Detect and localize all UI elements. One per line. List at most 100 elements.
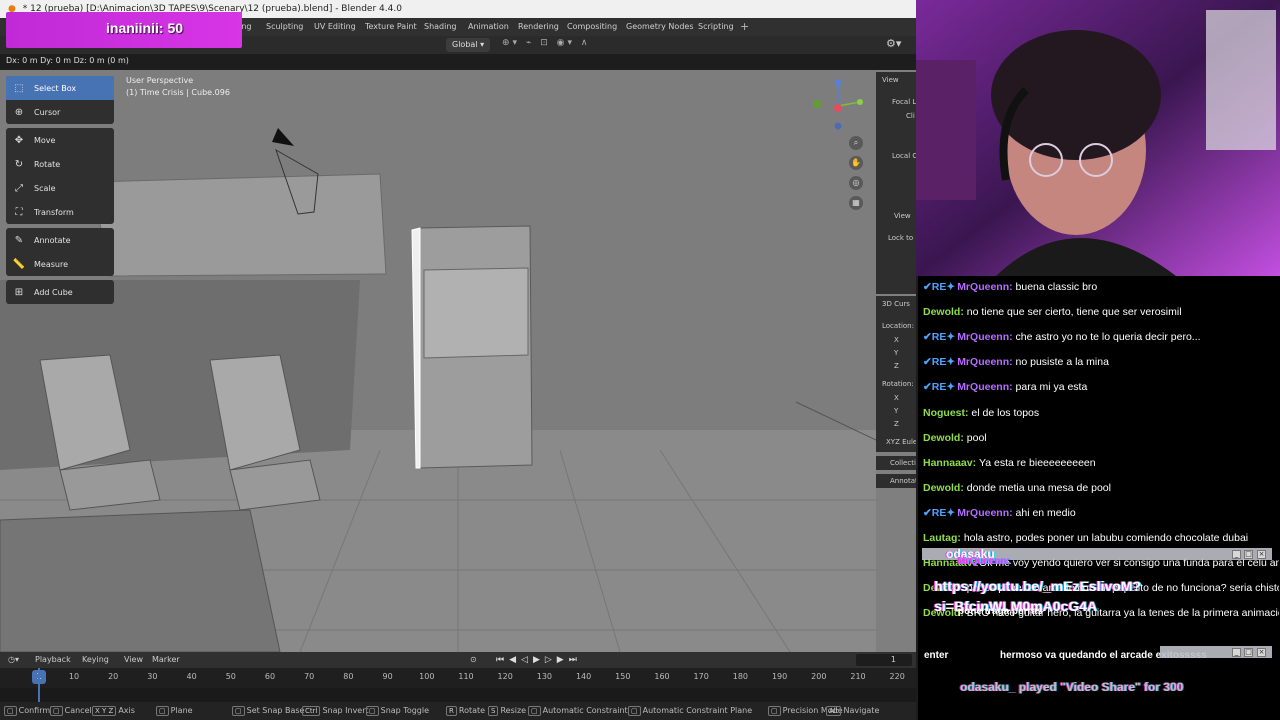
timeline-tick: 160 bbox=[654, 672, 670, 681]
playhead[interactable] bbox=[38, 668, 40, 702]
rotate-icon: ↻ bbox=[14, 158, 24, 170]
chat-message: Hannaaav: Ya esta re bieeeeeeeeen bbox=[923, 456, 1096, 469]
rotation-mode-dropdown[interactable]: XYZ Eule bbox=[886, 438, 916, 446]
chat-message: ✔RE✦ MrQueenn: ahi en medio bbox=[923, 506, 1076, 519]
move-tool[interactable]: ✥ Move bbox=[6, 128, 114, 152]
timeline-ruler[interactable]: 1 10203040506070809010011012013014015016… bbox=[0, 668, 916, 688]
status-hint-label: Resize bbox=[500, 706, 527, 715]
tab-uv-editing[interactable]: UV Editing bbox=[314, 22, 356, 31]
snapping-controls[interactable]: ⊕▾ ⌁ ⊡ ◉▾ ∧ bbox=[502, 38, 590, 48]
add-cube-tool[interactable]: ⊞ Add Cube bbox=[6, 280, 114, 304]
tab-rendering[interactable]: Rendering bbox=[518, 22, 559, 31]
tool-group-select: ⬚ Select Box ⊕ Cursor bbox=[6, 76, 114, 124]
collections-panel[interactable]: Collecti bbox=[876, 456, 916, 470]
chat-username[interactable]: Lautag bbox=[923, 532, 957, 544]
chat-username[interactable]: Dewold bbox=[923, 432, 960, 444]
camera-view-icon[interactable]: ◎ bbox=[849, 176, 863, 190]
status-hint: R Rotate bbox=[446, 706, 485, 716]
chat-username[interactable]: Dewold bbox=[923, 482, 960, 494]
status-hint: ▢ Snap Toggle bbox=[366, 706, 429, 716]
select-box-tool[interactable]: ⬚ Select Box bbox=[6, 76, 114, 100]
chat-message: Lautag: hola astro, podes poner un labub… bbox=[923, 532, 1249, 544]
close-icon[interactable]: × bbox=[1257, 648, 1266, 657]
status-hint-label: Confirm bbox=[18, 706, 51, 715]
view-name: User Perspective bbox=[126, 76, 194, 85]
view-panel: View Focal L Cli Local C View Lock to bbox=[876, 72, 916, 294]
status-hint-label: Set Snap Base bbox=[246, 706, 305, 715]
subscriber-badge-icon: ✔RE✦ bbox=[923, 381, 956, 394]
chat-username[interactable]: MrQueenn bbox=[957, 281, 1009, 293]
navigation-gizmo[interactable] bbox=[810, 74, 870, 134]
chat-username[interactable]: MrQueenn bbox=[957, 331, 1009, 343]
chat-username[interactable]: Hannaaav bbox=[923, 457, 973, 469]
status-hint-label: Cancel bbox=[64, 706, 92, 715]
current-frame-field[interactable]: 1 bbox=[856, 654, 912, 666]
rotation-y[interactable]: Y bbox=[894, 407, 898, 415]
view-panel-header[interactable]: View bbox=[882, 76, 899, 84]
transform-tool[interactable]: ⛶ Transform bbox=[6, 200, 114, 224]
tab-geometry-nodes[interactable]: Geometry Nodes bbox=[626, 22, 693, 31]
chat-username[interactable]: MrQueenn bbox=[957, 507, 1009, 519]
scale-tool[interactable]: ⤢ Scale bbox=[6, 176, 114, 200]
3d-viewport[interactable]: User Perspective (1) Time Crisis | Cube.… bbox=[0, 70, 876, 652]
status-hint: ▢ Confirm bbox=[4, 706, 50, 716]
perspective-toggle-icon[interactable]: ▦ bbox=[849, 196, 863, 210]
chat-username[interactable]: MrQueenn bbox=[957, 381, 1009, 393]
timeline-tick: 210 bbox=[850, 672, 866, 681]
tab-scripting[interactable]: Scripting bbox=[698, 22, 734, 31]
location-x[interactable]: X bbox=[894, 336, 899, 344]
mouse-key-icon: R bbox=[446, 706, 457, 716]
chat-username[interactable]: MrQueenn bbox=[957, 356, 1009, 368]
location-y[interactable]: Y bbox=[894, 349, 898, 357]
view-menu[interactable]: View bbox=[124, 655, 143, 664]
tab-shading[interactable]: Shading bbox=[424, 22, 457, 31]
scene-render bbox=[0, 70, 876, 652]
overlay-fragment-mrqueen: MrQueenn: bbox=[958, 556, 1011, 567]
orientation-dropdown[interactable]: Global ▾ bbox=[446, 38, 491, 52]
editor-type-icon[interactable]: ◷▾ bbox=[8, 655, 19, 664]
minimize-icon[interactable]: _ bbox=[1232, 648, 1241, 657]
status-hint: ▢ Cancel bbox=[50, 706, 92, 716]
clip-label: Cli bbox=[906, 112, 915, 120]
timeline-track-area[interactable] bbox=[0, 688, 916, 702]
maximize-icon[interactable]: □ bbox=[1244, 648, 1253, 657]
maximize-icon[interactable]: □ bbox=[1244, 550, 1253, 559]
rotation-z[interactable]: Z bbox=[894, 420, 899, 428]
pan-hand-icon[interactable]: ✋ bbox=[849, 156, 863, 170]
tab-texture-paint[interactable]: Texture Paint bbox=[365, 22, 417, 31]
status-hint-label: Snap Invert bbox=[322, 706, 369, 715]
keying-menu[interactable]: Keying bbox=[82, 655, 109, 664]
add-workspace-icon[interactable]: + bbox=[740, 20, 749, 33]
location-label: Location: bbox=[882, 322, 914, 330]
chat-username[interactable]: Noguest bbox=[923, 407, 965, 419]
annotations-panel[interactable]: Annotat bbox=[876, 474, 916, 488]
tab-compositing[interactable]: Compositing bbox=[567, 22, 617, 31]
annotate-tool[interactable]: ✎ Annotate bbox=[6, 228, 114, 252]
rotation-label: Rotation: bbox=[882, 380, 914, 388]
auto-keying-icon[interactable]: ⊙ bbox=[470, 655, 477, 664]
follower-goal-text: inaniinii: 50 bbox=[106, 20, 184, 36]
timeline-tick: 90 bbox=[382, 672, 393, 681]
view-subpanel-header[interactable]: View bbox=[894, 212, 911, 220]
rotate-tool[interactable]: ↻ Rotate bbox=[6, 152, 114, 176]
marker-menu[interactable]: Marker bbox=[152, 655, 180, 664]
location-z[interactable]: Z bbox=[894, 362, 899, 370]
measure-tool[interactable]: 📏 Measure bbox=[6, 252, 114, 276]
tab-sculpting[interactable]: Sculpting bbox=[266, 22, 303, 31]
3d-cursor-header[interactable]: 3D Curs bbox=[882, 300, 910, 308]
3d-cursor-panel: 3D Curs Location: X Y Z Rotation: X Y Z … bbox=[876, 296, 916, 452]
minimize-icon[interactable]: _ bbox=[1232, 550, 1241, 559]
playback-controls[interactable]: ⏮◀◁▶▷▶⏭ bbox=[496, 655, 582, 665]
close-icon[interactable]: × bbox=[1257, 550, 1266, 559]
tool-label: Rotate bbox=[34, 159, 61, 169]
cursor-tool[interactable]: ⊕ Cursor bbox=[6, 100, 114, 124]
rotation-x[interactable]: X bbox=[894, 394, 899, 402]
chat-text: no tiene que ser cierto, tiene que ser v… bbox=[966, 306, 1182, 319]
tool-group-transform: ✥ Move ↻ Rotate ⤢ Scale ⛶ Transform bbox=[6, 128, 114, 224]
mouse-key-icon: Alt bbox=[826, 706, 842, 716]
zoom-icon[interactable]: ⌕ bbox=[849, 136, 863, 150]
tab-animation[interactable]: Animation bbox=[468, 22, 509, 31]
chat-username[interactable]: Dewold bbox=[923, 306, 960, 318]
viewport-gizmo-toggle-icon[interactable]: ⚙▾ bbox=[886, 37, 901, 50]
playback-menu[interactable]: Playback bbox=[35, 655, 71, 664]
